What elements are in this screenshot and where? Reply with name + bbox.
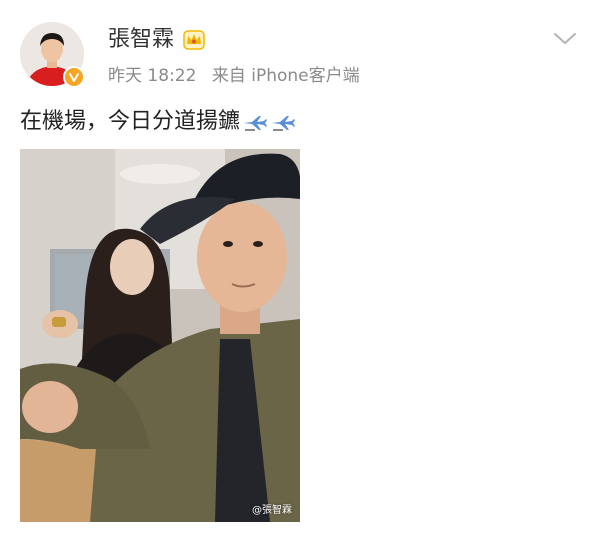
post-text-row: 在機場，今日分道揚鑣 (20, 106, 296, 138)
photo-watermark: @張智霖 (252, 505, 292, 516)
post-source[interactable]: 来自 iPhone客户端 (212, 66, 360, 86)
username-row: 張智霖 (108, 25, 206, 55)
airplane-icon (270, 111, 296, 133)
username[interactable]: 張智霖 (108, 25, 174, 55)
post-text: 在機場，今日分道揚鑣 (20, 109, 241, 134)
chevron-down-icon[interactable] (552, 30, 578, 48)
verified-badge-icon (63, 66, 85, 88)
post-time: 昨天 18:22 (108, 66, 197, 86)
weibo-post: 張智霖 昨天 18:22 来自 iPhone客户端 在機場，今日分道揚鑣 @張智… (0, 0, 600, 534)
post-meta: 昨天 18:22 来自 iPhone客户端 (108, 64, 360, 88)
airplane-icon (242, 111, 268, 133)
vip-crown-icon[interactable] (182, 29, 206, 51)
photo-image (20, 149, 300, 522)
post-photo[interactable]: @張智霖 (20, 149, 300, 522)
